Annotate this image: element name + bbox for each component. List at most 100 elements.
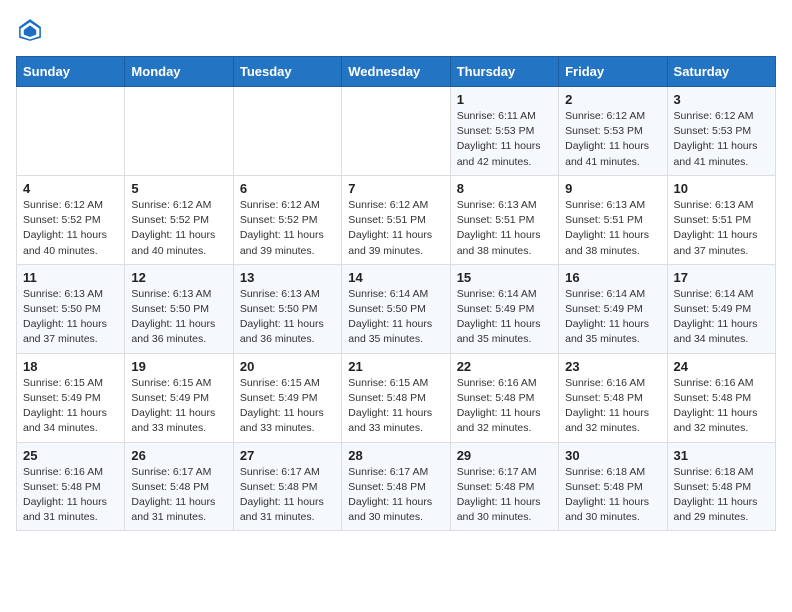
header-friday: Friday (559, 57, 667, 87)
day-detail: Sunrise: 6:12 AM Sunset: 5:51 PM Dayligh… (348, 198, 443, 259)
day-cell: 14 Sunrise: 6:14 AM Sunset: 5:50 PM Dayli… (342, 264, 450, 353)
day-number: 12 (131, 270, 226, 285)
day-detail: Sunrise: 6:16 AM Sunset: 5:48 PM Dayligh… (457, 376, 552, 437)
day-cell (125, 87, 233, 176)
day-number: 26 (131, 448, 226, 463)
day-detail: Sunrise: 6:14 AM Sunset: 5:49 PM Dayligh… (565, 287, 660, 348)
logo (16, 16, 50, 44)
day-number: 9 (565, 181, 660, 196)
day-number: 4 (23, 181, 118, 196)
header-row: SundayMondayTuesdayWednesdayThursdayFrid… (17, 57, 776, 87)
header-thursday: Thursday (450, 57, 558, 87)
week-row-3: 11Sunrise: 6:13 AM Sunset: 5:50 PM Dayli… (17, 264, 776, 353)
day-number: 20 (240, 359, 335, 374)
day-number: 25 (23, 448, 118, 463)
header-tuesday: Tuesday (233, 57, 341, 87)
day-number: 10 (674, 181, 769, 196)
day-detail: Sunrise: 6:15 AM Sunset: 5:48 PM Dayligh… (348, 376, 443, 437)
day-cell: 21 Sunrise: 6:15 AM Sunset: 5:48 PM Dayli… (342, 353, 450, 442)
header-saturday: Saturday (667, 57, 775, 87)
day-cell: 4 Sunrise: 6:12 AM Sunset: 5:52 PM Daylig… (17, 175, 125, 264)
day-cell: 3Sunrise: 6:12 AM Sunset: 5:53 PM Daylig… (667, 87, 775, 176)
day-detail: Sunrise: 6:13 AM Sunset: 5:50 PM Dayligh… (23, 287, 118, 348)
week-row-1: 1 Sunrise: 6:11 AM Sunset: 5:53 PM Daylig… (17, 87, 776, 176)
day-detail: Sunrise: 6:12 AM Sunset: 5:52 PM Dayligh… (131, 198, 226, 259)
day-detail: Sunrise: 6:17 AM Sunset: 5:48 PM Dayligh… (348, 465, 443, 526)
day-cell: 22Sunrise: 6:16 AM Sunset: 5:48 PM Dayli… (450, 353, 558, 442)
day-cell: 31 Sunrise: 6:18 AM Sunset: 5:48 PM Dayli… (667, 442, 775, 531)
day-detail: Sunrise: 6:16 AM Sunset: 5:48 PM Dayligh… (565, 376, 660, 437)
day-number: 14 (348, 270, 443, 285)
day-cell: 19 Sunrise: 6:15 AM Sunset: 5:49 PM Dayli… (125, 353, 233, 442)
day-detail: Sunrise: 6:11 AM Sunset: 5:53 PM Dayligh… (457, 109, 552, 170)
day-number: 3 (674, 92, 769, 107)
day-detail: Sunrise: 6:17 AM Sunset: 5:48 PM Dayligh… (240, 465, 335, 526)
day-cell: 23 Sunrise: 6:16 AM Sunset: 5:48 PM Dayli… (559, 353, 667, 442)
day-cell: 7 Sunrise: 6:12 AM Sunset: 5:51 PM Daylig… (342, 175, 450, 264)
week-row-4: 18 Sunrise: 6:15 AM Sunset: 5:49 PM Dayli… (17, 353, 776, 442)
day-detail: Sunrise: 6:14 AM Sunset: 5:50 PM Dayligh… (348, 287, 443, 348)
day-cell: 25 Sunrise: 6:16 AM Sunset: 5:48 PM Dayli… (17, 442, 125, 531)
day-cell: 6 Sunrise: 6:12 AM Sunset: 5:52 PM Daylig… (233, 175, 341, 264)
day-cell: 30 Sunrise: 6:18 AM Sunset: 5:48 PM Dayli… (559, 442, 667, 531)
day-cell: 18 Sunrise: 6:15 AM Sunset: 5:49 PM Dayli… (17, 353, 125, 442)
day-cell: 2 Sunrise: 6:12 AM Sunset: 5:53 PM Daylig… (559, 87, 667, 176)
day-number: 21 (348, 359, 443, 374)
day-detail: Sunrise: 6:17 AM Sunset: 5:48 PM Dayligh… (457, 465, 552, 526)
day-number: 28 (348, 448, 443, 463)
day-number: 18 (23, 359, 118, 374)
day-detail: Sunrise: 6:18 AM Sunset: 5:48 PM Dayligh… (565, 465, 660, 526)
day-detail: Sunrise: 6:13 AM Sunset: 5:51 PM Dayligh… (565, 198, 660, 259)
day-detail: Sunrise: 6:16 AM Sunset: 5:48 PM Dayligh… (23, 465, 118, 526)
day-cell: 15 Sunrise: 6:14 AM Sunset: 5:49 PM Dayli… (450, 264, 558, 353)
day-detail: Sunrise: 6:13 AM Sunset: 5:51 PM Dayligh… (457, 198, 552, 259)
day-cell: 24Sunrise: 6:16 AM Sunset: 5:48 PM Dayli… (667, 353, 775, 442)
header-wednesday: Wednesday (342, 57, 450, 87)
day-detail: Sunrise: 6:17 AM Sunset: 5:48 PM Dayligh… (131, 465, 226, 526)
calendar-table: SundayMondayTuesdayWednesdayThursdayFrid… (16, 56, 776, 531)
day-number: 29 (457, 448, 552, 463)
day-detail: Sunrise: 6:12 AM Sunset: 5:52 PM Dayligh… (240, 198, 335, 259)
day-number: 24 (674, 359, 769, 374)
day-cell (342, 87, 450, 176)
page-header (16, 16, 776, 44)
day-cell: 11Sunrise: 6:13 AM Sunset: 5:50 PM Dayli… (17, 264, 125, 353)
day-number: 17 (674, 270, 769, 285)
day-number: 7 (348, 181, 443, 196)
day-cell: 9 Sunrise: 6:13 AM Sunset: 5:51 PM Daylig… (559, 175, 667, 264)
day-cell: 10 Sunrise: 6:13 AM Sunset: 5:51 PM Dayli… (667, 175, 775, 264)
day-detail: Sunrise: 6:15 AM Sunset: 5:49 PM Dayligh… (240, 376, 335, 437)
logo-icon (16, 16, 44, 44)
day-number: 6 (240, 181, 335, 196)
header-monday: Monday (125, 57, 233, 87)
day-detail: Sunrise: 6:15 AM Sunset: 5:49 PM Dayligh… (131, 376, 226, 437)
day-cell: 20 Sunrise: 6:15 AM Sunset: 5:49 PM Dayli… (233, 353, 341, 442)
day-number: 23 (565, 359, 660, 374)
day-cell: 13 Sunrise: 6:13 AM Sunset: 5:50 PM Dayli… (233, 264, 341, 353)
day-detail: Sunrise: 6:13 AM Sunset: 5:50 PM Dayligh… (240, 287, 335, 348)
day-cell: 8 Sunrise: 6:13 AM Sunset: 5:51 PM Daylig… (450, 175, 558, 264)
day-detail: Sunrise: 6:13 AM Sunset: 5:50 PM Dayligh… (131, 287, 226, 348)
day-cell: 27 Sunrise: 6:17 AM Sunset: 5:48 PM Dayli… (233, 442, 341, 531)
day-detail: Sunrise: 6:15 AM Sunset: 5:49 PM Dayligh… (23, 376, 118, 437)
day-cell (17, 87, 125, 176)
day-cell: 28 Sunrise: 6:17 AM Sunset: 5:48 PM Dayli… (342, 442, 450, 531)
day-detail: Sunrise: 6:12 AM Sunset: 5:52 PM Dayligh… (23, 198, 118, 259)
day-detail: Sunrise: 6:14 AM Sunset: 5:49 PM Dayligh… (457, 287, 552, 348)
day-detail: Sunrise: 6:14 AM Sunset: 5:49 PM Dayligh… (674, 287, 769, 348)
day-number: 15 (457, 270, 552, 285)
day-detail: Sunrise: 6:13 AM Sunset: 5:51 PM Dayligh… (674, 198, 769, 259)
day-detail: Sunrise: 6:12 AM Sunset: 5:53 PM Dayligh… (565, 109, 660, 170)
day-number: 2 (565, 92, 660, 107)
day-number: 8 (457, 181, 552, 196)
day-number: 19 (131, 359, 226, 374)
day-number: 30 (565, 448, 660, 463)
day-number: 27 (240, 448, 335, 463)
day-number: 16 (565, 270, 660, 285)
day-number: 1 (457, 92, 552, 107)
day-detail: Sunrise: 6:18 AM Sunset: 5:48 PM Dayligh… (674, 465, 769, 526)
day-number: 13 (240, 270, 335, 285)
day-number: 5 (131, 181, 226, 196)
day-cell: 5 Sunrise: 6:12 AM Sunset: 5:52 PM Daylig… (125, 175, 233, 264)
day-number: 31 (674, 448, 769, 463)
